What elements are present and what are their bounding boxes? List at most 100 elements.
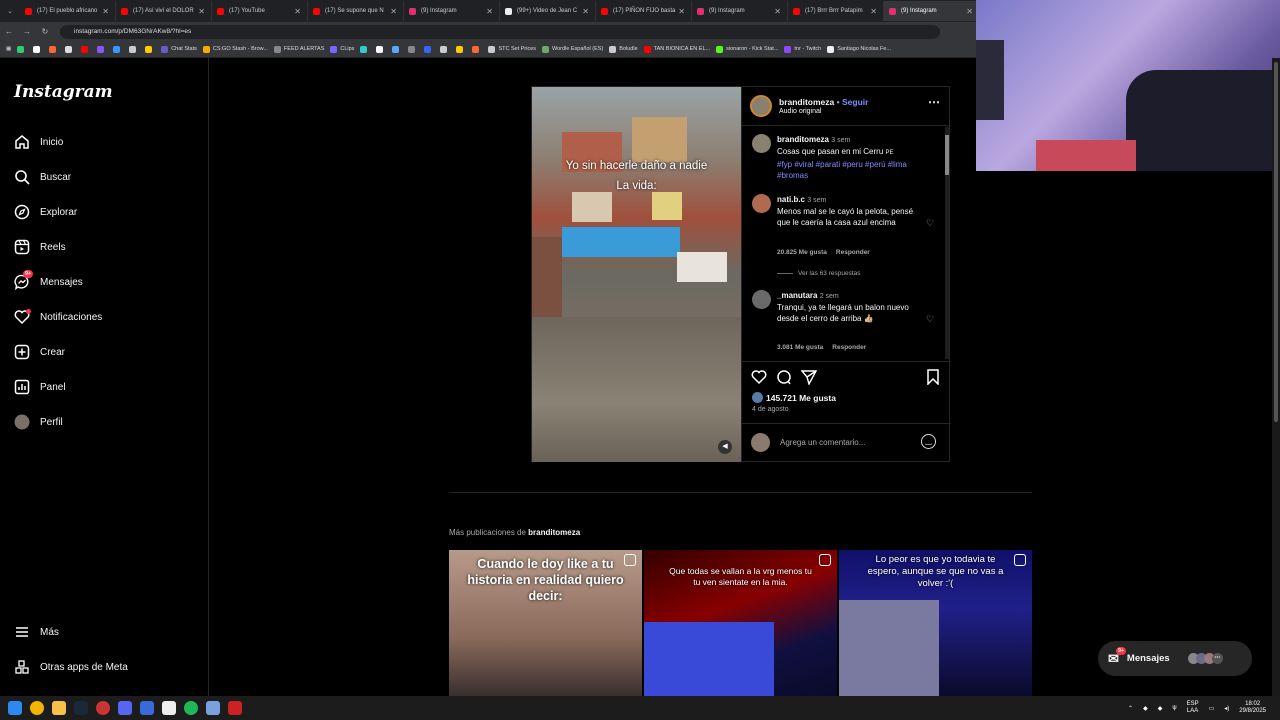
bookmark-item[interactable] bbox=[456, 45, 466, 53]
follow-button[interactable]: Seguir bbox=[842, 97, 868, 107]
bookmark-item[interactable]: sionaron - Kick Stat... bbox=[716, 45, 778, 53]
sidebar-item-panel[interactable]: Panel bbox=[14, 379, 66, 395]
bookmark-item[interactable] bbox=[424, 45, 434, 53]
bookmark-item[interactable] bbox=[33, 45, 43, 53]
bookmark-item[interactable]: STC Set Prices bbox=[488, 45, 536, 53]
bookmark-item[interactable] bbox=[392, 45, 402, 53]
more-post-thumb[interactable]: Cuando le doy like a tu historia en real… bbox=[449, 550, 642, 696]
like-heart-icon[interactable] bbox=[751, 369, 767, 390]
caption-hashtags[interactable]: #fyp #viral #parati #peru #perú #lima #b… bbox=[777, 160, 907, 180]
author-username[interactable]: branditomeza bbox=[779, 97, 834, 107]
close-tab-icon[interactable]: ✕ bbox=[102, 7, 109, 16]
forward-icon[interactable]: → bbox=[18, 27, 36, 36]
comment-avatar[interactable] bbox=[752, 290, 771, 309]
app-icon[interactable] bbox=[140, 701, 154, 715]
bookmark-item[interactable] bbox=[113, 45, 123, 53]
comment-icon[interactable] bbox=[776, 369, 792, 390]
sidebar-item-mas[interactable]: Más bbox=[14, 624, 59, 640]
spotify-icon[interactable] bbox=[184, 701, 198, 715]
reload-icon[interactable]: ↻ bbox=[36, 27, 54, 36]
sidebar-item-buscar[interactable]: Buscar bbox=[14, 169, 71, 185]
close-tab-icon[interactable]: ✕ bbox=[390, 7, 397, 16]
post-video[interactable]: Yo sin hacerle daño a nadie La vida: ◀ bbox=[532, 87, 741, 462]
audio-label[interactable]: Audio original bbox=[779, 108, 821, 115]
bookmark-item[interactable] bbox=[97, 45, 107, 53]
close-tab-icon[interactable]: ✕ bbox=[582, 7, 589, 16]
caption-username[interactable]: branditomeza bbox=[777, 135, 829, 144]
close-tab-icon[interactable]: ✕ bbox=[294, 7, 301, 16]
more-options-icon[interactable]: ⋯ bbox=[928, 95, 940, 109]
author-avatar[interactable] bbox=[750, 95, 772, 117]
bookmark-item[interactable] bbox=[129, 45, 139, 53]
app-icon[interactable] bbox=[228, 701, 242, 715]
caption-avatar[interactable] bbox=[752, 134, 771, 153]
sidebar-item-inicio[interactable]: Inicio bbox=[14, 134, 63, 150]
bookmark-item[interactable]: CS:GO Stash - Brow... bbox=[202, 45, 268, 53]
discord-icon[interactable] bbox=[118, 701, 132, 715]
mute-icon[interactable]: ◀ bbox=[718, 440, 732, 454]
url-input[interactable]: instagram.com/p/DM63GNrAKw8/?hl=es bbox=[60, 24, 940, 39]
sidebar-item-notificaciones[interactable]: Notificaciones bbox=[14, 309, 102, 325]
comment-likes[interactable]: 3.081 Me gusta bbox=[777, 344, 823, 351]
more-posts-user[interactable]: branditomeza bbox=[528, 528, 580, 537]
post-likes[interactable]: 145.721 Me gusta bbox=[766, 393, 836, 403]
comment-username[interactable]: _manutara bbox=[777, 291, 817, 300]
steam-icon[interactable] bbox=[74, 701, 88, 715]
browser-tab[interactable]: (17) Brrr Brrr Patapim ✕ bbox=[788, 1, 884, 21]
messages-bar[interactable]: ✉ 9+ Mensajes ⋯ bbox=[1098, 641, 1252, 676]
windows-start-icon[interactable] bbox=[8, 701, 22, 715]
bookmark-item[interactable] bbox=[65, 45, 75, 53]
back-icon[interactable]: ← bbox=[0, 27, 18, 36]
browser-tab[interactable]: (17) Se supone que N ✕ bbox=[308, 1, 404, 21]
browser-tab[interactable]: (17) PIÑON FIJO basta ✕ bbox=[596, 1, 692, 21]
bookmark-item[interactable] bbox=[81, 45, 91, 53]
tray-chevron-icon[interactable]: ⌃ bbox=[1128, 705, 1133, 712]
bookmark-item[interactable] bbox=[49, 45, 59, 53]
comment-likes[interactable]: 20.825 Me gusta bbox=[777, 249, 827, 256]
browser-tab[interactable]: (99+) Video de Jean C ✕ bbox=[500, 1, 596, 21]
clock[interactable]: 18:02 29/8/2025 bbox=[1239, 701, 1266, 715]
bookmark-item[interactable]: tnr - Twitch bbox=[784, 45, 821, 53]
comment-input[interactable]: Agrega un comentario... bbox=[780, 438, 865, 447]
close-tab-icon[interactable]: ✕ bbox=[486, 7, 493, 16]
app-icon[interactable] bbox=[96, 701, 110, 715]
emoji-icon[interactable]: ‿ bbox=[921, 434, 936, 449]
scrollbar-thumb[interactable] bbox=[1274, 62, 1278, 422]
bookmark-item[interactable] bbox=[17, 45, 27, 53]
volume-icon[interactable]: ◂) bbox=[1224, 705, 1229, 712]
more-post-thumb[interactable]: Que todas se vallan a la vrg menos tu tu… bbox=[644, 550, 837, 696]
sidebar-item-meta-apps[interactable]: Otras apps de Meta bbox=[14, 659, 128, 675]
bookmark-item[interactable] bbox=[408, 45, 418, 53]
browser-tab[interactable]: (17) Así viví el DOLOR ✕ bbox=[116, 1, 212, 21]
bookmark-item[interactable]: Chat Stats bbox=[161, 45, 197, 53]
close-tab-icon[interactable]: ✕ bbox=[966, 7, 973, 16]
bookmark-item[interactable]: Santiago Nicolas Fe... bbox=[827, 45, 891, 53]
browser-tab[interactable]: (9) Instagram ✕ bbox=[884, 1, 980, 21]
close-tab-icon[interactable]: ✕ bbox=[198, 7, 205, 16]
tray-app-icon[interactable]: ◆ bbox=[1143, 705, 1148, 712]
like-comment-heart-icon[interactable]: ♡ bbox=[926, 314, 934, 325]
bookmark-item[interactable]: CLips bbox=[330, 45, 354, 53]
app-icon[interactable] bbox=[206, 701, 220, 715]
bookmark-item[interactable] bbox=[472, 45, 482, 53]
close-tab-icon[interactable]: ✕ bbox=[870, 7, 877, 16]
sidebar-item-reels[interactable]: Reels bbox=[14, 239, 66, 255]
language-indicator[interactable]: ESP LAA bbox=[1187, 701, 1199, 715]
bookmark-item[interactable]: Boludle bbox=[609, 45, 638, 53]
browser-tab[interactable]: (9) Instagram ✕ bbox=[692, 1, 788, 21]
bookmark-item[interactable]: Wordle Español (ES) bbox=[542, 45, 603, 53]
bookmark-item[interactable] bbox=[360, 45, 370, 53]
bookmark-item[interactable] bbox=[376, 45, 386, 53]
browser-tab[interactable]: (17) YouTube ✕ bbox=[212, 1, 308, 21]
sidebar-item-perfil[interactable]: Perfil bbox=[14, 414, 63, 430]
tray-app-icon[interactable]: ◆ bbox=[1158, 705, 1163, 712]
more-post-thumb[interactable]: Lo peor es que yo todavia te espero, aun… bbox=[839, 550, 1032, 696]
comment-avatar[interactable] bbox=[752, 194, 771, 213]
page-scrollbar[interactable] bbox=[1272, 58, 1280, 696]
bookmark-item[interactable] bbox=[145, 45, 155, 53]
bookmark-item[interactable] bbox=[440, 45, 450, 53]
notepad-icon[interactable] bbox=[162, 701, 176, 715]
chrome-icon[interactable] bbox=[30, 701, 44, 715]
scrollbar-thumb[interactable] bbox=[945, 135, 949, 175]
like-comment-heart-icon[interactable]: ♡ bbox=[926, 218, 934, 229]
